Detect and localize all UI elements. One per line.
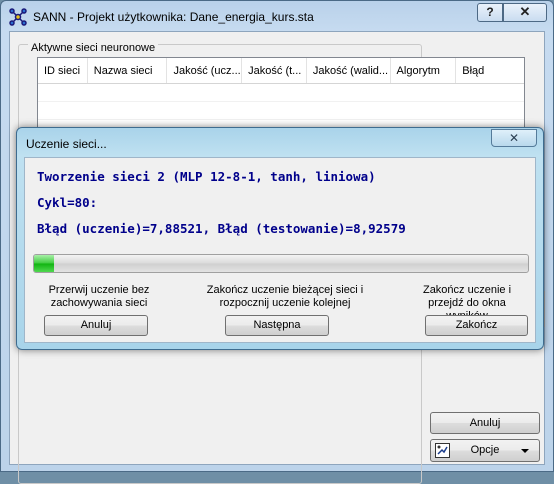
finish-button[interactable]: Zakończ [425, 315, 528, 336]
main-titlebar[interactable]: SANN - Projekt użytkownika: Dane_energia… [1, 1, 553, 31]
app-icon [9, 8, 27, 26]
col-network-id[interactable]: ID sieci [38, 58, 88, 83]
chevron-down-icon [521, 449, 529, 453]
cancel-button[interactable]: Anuluj [430, 412, 540, 434]
training-progress-bar [33, 254, 529, 273]
status-network-line: Tworzenie sieci 2 (MLP 12-8-1, tanh, lin… [37, 169, 376, 184]
abort-description: Przerwij uczenie bez zachowywania sieci [48, 284, 150, 309]
training-dialog: Uczenie sieci... ✕ Tworzenie sieci 2 (ML… [16, 127, 544, 350]
next-button[interactable]: Następna [225, 315, 329, 336]
dialog-title: Uczenie sieci... [26, 137, 107, 151]
dialog-close-icon[interactable]: ✕ [491, 129, 537, 147]
window-title: SANN - Projekt użytkownika: Dane_energia… [33, 10, 314, 24]
close-icon[interactable]: ✕ [503, 3, 547, 22]
col-quality-train[interactable]: Jakość (ucz... [167, 58, 243, 83]
table-row[interactable] [38, 102, 524, 120]
help-icon[interactable]: ? [477, 3, 503, 22]
dialog-client: Tworzenie sieci 2 (MLP 12-8-1, tanh, lin… [24, 157, 536, 343]
options-button[interactable]: Opcje [430, 439, 540, 462]
col-error[interactable]: Błąd [456, 58, 524, 83]
options-icon [435, 443, 450, 458]
col-quality-validation[interactable]: Jakość (walid... [307, 58, 391, 83]
status-error-line: Błąd (uczenie)=7,88521, Błąd (testowanie… [37, 221, 406, 236]
next-description: Zakończ uczenie bieżącej sieci i rozpocz… [206, 284, 364, 309]
table-row[interactable] [38, 84, 524, 102]
table-header: ID sieci Nazwa sieci Jakość (ucz... Jako… [38, 58, 524, 84]
active-networks-label: Aktywne sieci neuronowe [28, 42, 159, 54]
col-algorithm[interactable]: Algorytm [391, 58, 457, 83]
status-cycle-line: Cykl=80: [37, 195, 98, 210]
abort-button[interactable]: Anuluj [44, 315, 148, 336]
col-quality-test[interactable]: Jakość (t... [242, 58, 307, 83]
options-label: Opcje [470, 444, 500, 456]
col-network-name[interactable]: Nazwa sieci [88, 58, 168, 83]
progress-fill [34, 255, 54, 272]
